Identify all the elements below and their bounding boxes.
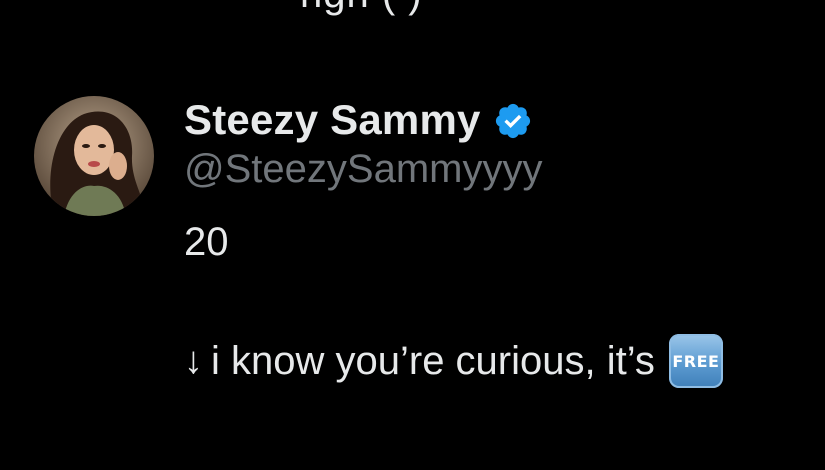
free-button-emoji-icon: FREE [668, 334, 723, 388]
avatar[interactable] [34, 96, 154, 216]
display-name[interactable]: Steezy Sammy [184, 96, 481, 144]
verified-badge-icon[interactable] [493, 101, 533, 141]
profile-photo-icon [34, 96, 154, 216]
user-handle[interactable]: @SteezySammyyyy [184, 147, 542, 192]
author-name-row: Steezy Sammy [184, 96, 533, 144]
tweet-text-curious: i know you’re curious, it’s [211, 338, 655, 383]
tweet-screenshot: ngn ( ) Steezy Sammy [0, 0, 825, 470]
down-arrow-icon: ↓ [184, 339, 203, 382]
tweet-text-line-2: ↓ i know you’re curious, it’s FREE [184, 334, 723, 388]
previous-tweet-cut-text: ngn ( ) [300, 0, 423, 17]
tweet-text-line-1: 20 [184, 220, 229, 264]
